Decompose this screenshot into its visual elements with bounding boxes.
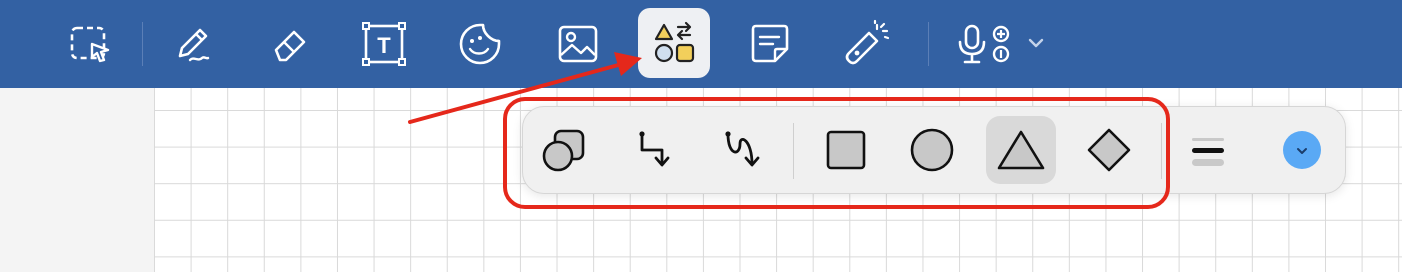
laser-pointer-tool[interactable] (838, 12, 894, 76)
chevron-down-icon (1028, 38, 1044, 48)
text-box-glyph: T (377, 33, 391, 58)
line-thickness-button[interactable] (1173, 116, 1243, 184)
audio-record-tool[interactable] (950, 12, 1050, 76)
page-margin (0, 88, 154, 272)
laser-pointer-icon (845, 19, 890, 65)
image-icon (558, 25, 598, 63)
toolbar-divider (928, 22, 929, 66)
eraser-icon (274, 30, 306, 62)
sticky-note-icon (751, 24, 789, 63)
toolbar-divider (142, 22, 143, 66)
pen-icon (178, 28, 210, 62)
top-toolbar: T (0, 0, 1402, 88)
image-tool[interactable] (550, 12, 606, 76)
shapes-tool[interactable] (638, 8, 710, 78)
line-thickness-icon (1192, 138, 1224, 166)
sticky-note-tool[interactable] (742, 12, 798, 76)
sticker-tool[interactable] (452, 12, 508, 76)
microphone-icon (958, 24, 1044, 64)
text-box-tool[interactable]: T (356, 12, 412, 76)
eraser-tool[interactable] (262, 12, 318, 76)
annotation-highlight-box (503, 97, 1170, 209)
shapes-icon (654, 21, 695, 63)
pen-tool[interactable] (164, 12, 220, 76)
lasso-select-icon (70, 26, 110, 63)
sticker-icon (459, 23, 501, 65)
lasso-select-tool[interactable] (62, 12, 118, 76)
color-swatch-icon (1283, 131, 1321, 169)
text-box-icon: T (362, 22, 406, 66)
color-button[interactable] (1267, 116, 1337, 184)
